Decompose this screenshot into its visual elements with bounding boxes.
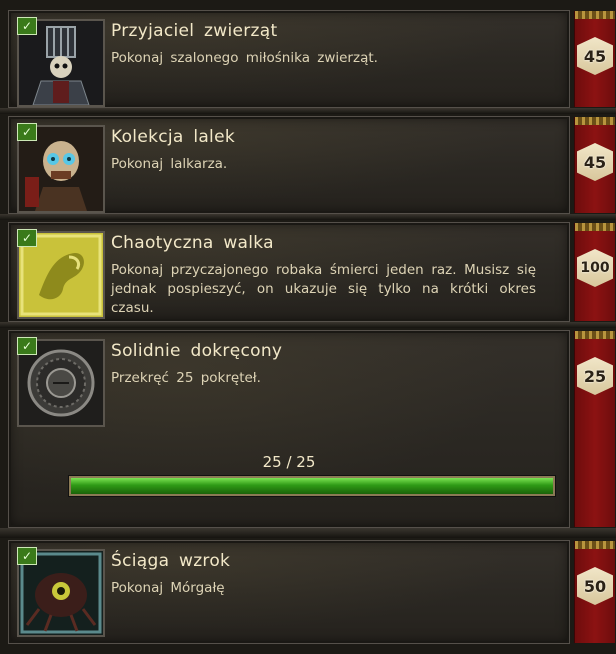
completed-checkmark-icon: ✓ — [17, 17, 37, 35]
achievement-card[interactable]: ✓ Ściąga wzrok Pokonaj Mórgałę 50 — [8, 540, 615, 644]
divider — [0, 528, 616, 538]
divider — [0, 214, 616, 220]
achievement-description: Pokonaj lalkarza. — [111, 156, 228, 172]
achievement-title: Ściąga wzrok — [111, 551, 231, 571]
achievement-card[interactable]: ✓ Kolekcja lalek Pokonaj lalkarza. 45 — [8, 116, 615, 214]
achievement-card[interactable]: ✓ Przyjaciel zwierząt Pokonaj szalonego … — [8, 10, 615, 108]
points-badge: 100 — [577, 249, 613, 287]
points-ribbon: 45 — [574, 117, 615, 213]
achievement-card[interactable]: ✓ Chaotyczna walka Pokonaj przyczajonego… — [8, 222, 615, 322]
achievement-description: Pokonaj szalonego miłośnika zwierząt. — [111, 50, 378, 66]
progress-label: 25 / 25 — [262, 453, 316, 471]
progress-fill — [71, 478, 553, 494]
progress-bar — [69, 476, 555, 496]
completed-checkmark-icon: ✓ — [17, 547, 37, 565]
points-badge: 45 — [577, 143, 613, 181]
achievement-description: Przekręć 25 pokręteł. — [111, 370, 261, 386]
points-badge: 45 — [577, 37, 613, 75]
achievement-description: Pokonaj Mórgałę — [111, 580, 225, 596]
achievement-title: Przyjaciel zwierząt — [111, 21, 278, 41]
achievement-title: Solidnie dokręcony — [111, 341, 283, 361]
achievement-title: Chaotyczna walka — [111, 233, 274, 253]
points-ribbon: 45 — [574, 11, 615, 107]
divider — [0, 108, 616, 114]
points-badge: 25 — [577, 357, 613, 395]
achievement-list: ✓ Przyjaciel zwierząt Pokonaj szalonego … — [0, 0, 616, 654]
completed-checkmark-icon: ✓ — [17, 229, 37, 247]
completed-checkmark-icon: ✓ — [17, 337, 37, 355]
achievement-card[interactable]: ✓ Solidnie dokręcony Przekręć 25 pokręte… — [8, 330, 615, 528]
achievement-description: Pokonaj przyczajonego robaka śmierci jed… — [111, 262, 536, 316]
completed-checkmark-icon: ✓ — [17, 123, 37, 141]
points-badge: 50 — [577, 567, 613, 605]
divider — [0, 322, 616, 328]
points-ribbon: 25 — [574, 331, 615, 527]
points-ribbon: 50 — [574, 541, 615, 643]
achievement-title: Kolekcja lalek — [111, 127, 235, 147]
points-ribbon: 100 — [574, 223, 615, 321]
